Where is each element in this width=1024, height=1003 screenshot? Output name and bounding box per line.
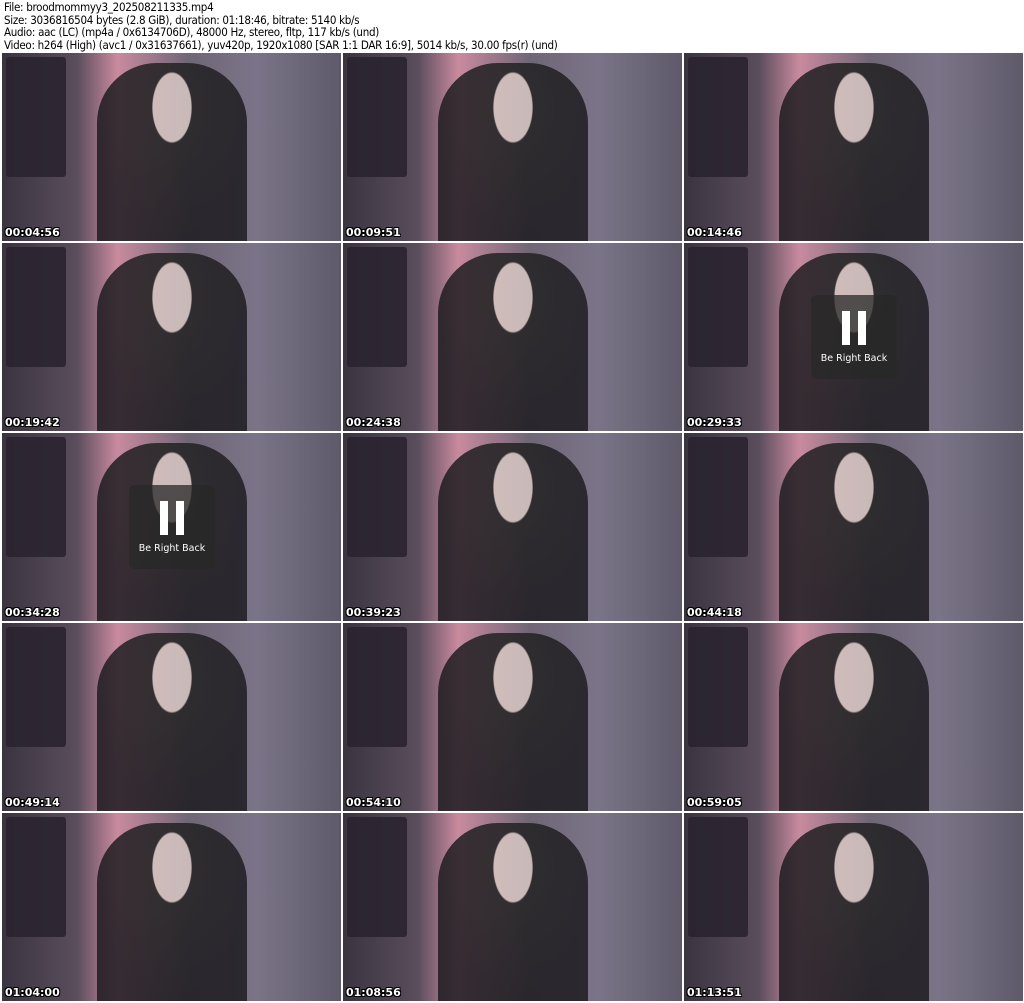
video-thumbnail: 00:14:46 [684,53,1023,241]
overlay-label: Be Right Back [820,353,888,364]
video-info: Video: h264 (High) (avc1 / 0x31637661), … [4,37,558,52]
pause-icon [129,501,215,535]
file-name: File: broodmommyy3_202508211335.mp4 [4,0,214,14]
frame-image [438,253,588,431]
video-thumbnail: 00:24:38 [343,243,682,431]
video-thumbnail: Be Right Back 00:29:33 [684,243,1023,431]
timestamp: 00:09:51 [346,226,401,239]
overlay-panel [347,437,407,557]
frame-image [438,63,588,241]
overlay-panel [6,57,66,177]
video-thumbnail: 00:59:05 [684,623,1023,811]
timestamp: 00:54:10 [346,796,401,809]
overlay-panel [688,437,748,557]
timestamp: 01:04:00 [5,986,60,999]
overlay-panel [688,817,748,937]
overlay-panel [6,437,66,557]
video-thumbnail: 00:19:42 [2,243,341,431]
frame-image [438,823,588,1001]
frame-image [779,443,929,621]
timestamp: 01:13:51 [687,986,742,999]
overlay-panel [6,247,66,367]
video-thumbnail: 00:39:23 [343,433,682,621]
overlay-panel [347,627,407,747]
timestamp: 00:14:46 [687,226,742,239]
frame-image [779,823,929,1001]
thumbnail-grid: 00:04:56 00:09:51 00:14:46 00:19:42 00:24:38… [2,53,1023,1001]
overlay-label: Be Right Back [138,543,206,554]
timestamp: 00:39:23 [346,606,401,619]
timestamp: 01:08:56 [346,986,401,999]
frame-image [97,63,247,241]
frame-image [779,633,929,811]
frame-image [97,253,247,431]
frame-image [438,633,588,811]
video-thumbnail: Be Right Back 00:34:28 [2,433,341,621]
be-right-back-overlay: Be Right Back [129,485,215,569]
audio-info: Audio: aac (LC) (mp4a / 0x6134706D), 480… [4,25,379,40]
overlay-panel [688,57,748,177]
frame-image [438,443,588,621]
timestamp: 00:19:42 [5,416,60,429]
timestamp: 00:24:38 [346,416,401,429]
timestamp: 00:04:56 [5,226,60,239]
timestamp: 00:34:28 [5,606,60,619]
file-info-header: File: broodmommyy3_202508211335.mp4 Size… [4,1,558,51]
video-thumbnail: 00:04:56 [2,53,341,241]
video-thumbnail: 00:09:51 [343,53,682,241]
timestamp: 00:44:18 [687,606,742,619]
video-thumbnail: 00:54:10 [343,623,682,811]
overlay-panel [347,57,407,177]
overlay-panel [6,627,66,747]
video-thumbnail: 01:08:56 [343,813,682,1001]
frame-image [779,63,929,241]
overlay-panel [347,817,407,937]
be-right-back-overlay: Be Right Back [811,295,897,379]
timestamp: 00:49:14 [5,796,60,809]
video-thumbnail: 00:49:14 [2,623,341,811]
video-thumbnail: 00:44:18 [684,433,1023,621]
timestamp: 00:29:33 [687,416,742,429]
pause-icon [811,311,897,345]
video-thumbnail: 01:04:00 [2,813,341,1001]
frame-image [97,633,247,811]
overlay-panel [347,247,407,367]
video-thumbnail: 01:13:51 [684,813,1023,1001]
frame-image [97,823,247,1001]
overlay-panel [6,817,66,937]
overlay-panel [688,627,748,747]
overlay-panel [688,247,748,367]
timestamp: 00:59:05 [687,796,742,809]
